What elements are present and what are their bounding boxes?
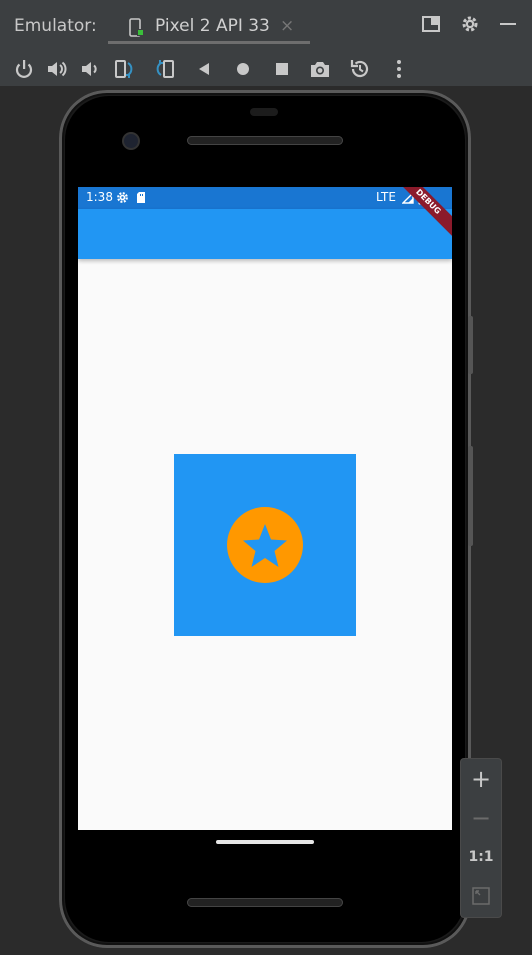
screenshot-icon[interactable] <box>308 57 332 81</box>
gear-icon[interactable] <box>460 14 480 38</box>
more-icon[interactable] <box>387 57 411 81</box>
emulator-toolbar <box>0 52 532 86</box>
emulator-title-bar: Emulator: Pixel 2 API 33 × <box>0 0 532 52</box>
actual-size-button[interactable]: 1:1 <box>461 849 501 865</box>
gesture-navigation-pill[interactable] <box>216 840 314 844</box>
front-camera <box>124 134 138 148</box>
settings-status-icon <box>116 191 129 207</box>
star-icon <box>241 521 289 573</box>
device-tab[interactable]: Pixel 2 API 33 × <box>108 10 310 44</box>
rotate-left-icon[interactable] <box>112 57 136 81</box>
power-icon[interactable] <box>12 57 36 81</box>
fit-screen-icon[interactable] <box>472 887 490 909</box>
device-phone-icon <box>128 18 144 42</box>
zoom-controls: + − 1:1 <box>461 759 501 917</box>
back-icon[interactable] <box>192 57 216 81</box>
emulator-label: Emulator: <box>14 16 97 36</box>
home-icon[interactable] <box>231 57 255 81</box>
top-speaker-grille <box>187 136 343 145</box>
volume-up-icon[interactable] <box>45 57 69 81</box>
network-type: LTE <box>376 190 396 204</box>
tab-close-icon[interactable]: × <box>280 16 294 36</box>
status-bar: 1:38 LTE <box>78 187 452 209</box>
sd-card-status-icon <box>136 191 147 207</box>
status-time: 1:38 <box>86 190 113 204</box>
window-mode-icon[interactable] <box>421 14 441 38</box>
device-tab-label: Pixel 2 API 33 <box>155 16 270 36</box>
earpiece <box>250 108 278 116</box>
device-screen[interactable]: 1:38 LTE DEBUG <box>78 187 452 830</box>
app-bar <box>78 209 452 259</box>
bottom-speaker-grille <box>187 898 343 907</box>
zoom-out-button[interactable]: − <box>461 804 501 832</box>
volume-side-button <box>468 446 473 546</box>
rotate-right-icon[interactable] <box>153 57 177 81</box>
snapshot-icon[interactable] <box>348 57 372 81</box>
overview-icon[interactable] <box>270 57 294 81</box>
star-circle <box>227 507 303 583</box>
power-side-button <box>468 316 473 374</box>
zoom-in-button[interactable]: + <box>461 765 501 793</box>
blue-container <box>174 454 356 636</box>
minimize-icon[interactable] <box>498 14 518 38</box>
volume-down-icon[interactable] <box>78 57 102 81</box>
active-tab-indicator <box>108 41 310 44</box>
